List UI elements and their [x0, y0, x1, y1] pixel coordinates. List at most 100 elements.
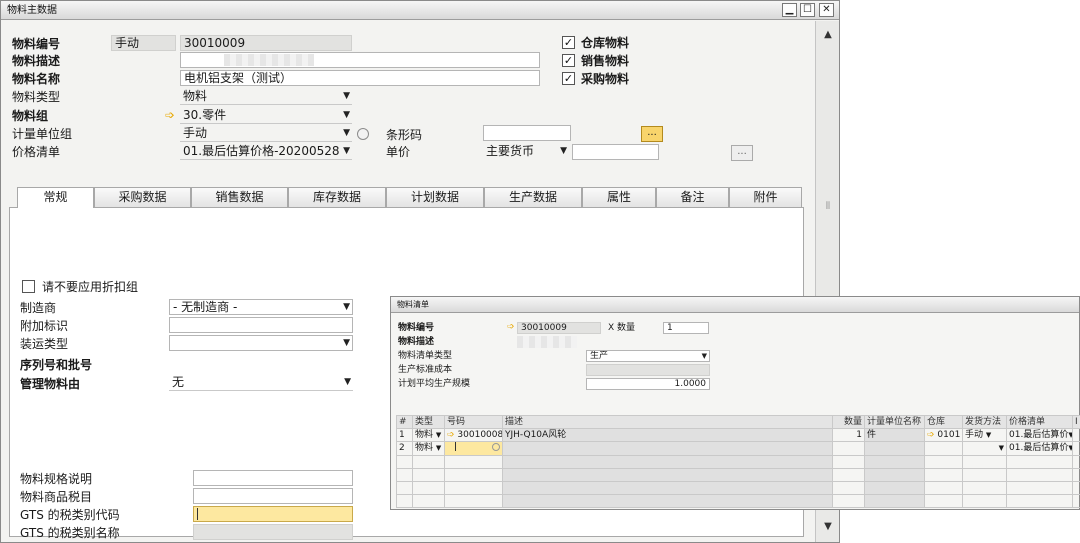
bom-item-desc-field[interactable] — [517, 336, 577, 348]
unit-price-label: 单价 — [386, 145, 411, 159]
item-group-select[interactable]: 30.零件 ▼ — [180, 108, 352, 124]
col-header-issue-method[interactable]: 发货方法 — [962, 415, 1007, 429]
tab-remarks[interactable]: 备注 — [656, 187, 729, 207]
row-quantity[interactable]: 1 — [832, 428, 865, 442]
chevron-down-icon: ▼ — [435, 444, 442, 452]
additional-id-field[interactable] — [169, 317, 353, 333]
link-arrow-icon[interactable]: ➩ — [927, 430, 935, 440]
tab-properties[interactable]: 属性 — [582, 187, 656, 207]
tab-attachments[interactable]: 附件 — [729, 187, 802, 207]
row-more — [1072, 428, 1080, 442]
row-price-list-value: 01.最后估算价 — [1009, 429, 1069, 440]
row-warehouse[interactable] — [924, 441, 963, 456]
col-header-uom[interactable]: 计量单位名称 — [864, 415, 925, 429]
manufacturer-select[interactable]: - 无制造商 - ▼ — [169, 299, 353, 315]
inventory-item-checkbox[interactable]: ✓ — [562, 36, 575, 49]
col-header-description[interactable]: 描述 — [502, 415, 833, 429]
row-type-value: 物料 — [415, 443, 434, 453]
col-header-more[interactable]: I — [1072, 415, 1080, 429]
item-name-field[interactable]: 电机铝支架（测试） — [180, 70, 540, 86]
link-arrow-icon[interactable]: ➩ — [165, 107, 175, 123]
item-name-label: 物料名称 — [12, 72, 61, 86]
purchase-item-checkbox[interactable]: ✓ — [562, 72, 575, 85]
row-issue-value: 手动 — [965, 429, 984, 440]
gts-code-field[interactable] — [193, 506, 353, 522]
item-type-select[interactable]: 物料 ▼ — [180, 89, 352, 105]
row-number[interactable] — [444, 441, 503, 456]
row-more — [1072, 441, 1080, 456]
bom-item-no-label: 物料编号 — [398, 323, 435, 333]
row-number[interactable]: ➩ 30010008 — [444, 428, 503, 442]
link-arrow-icon[interactable]: ➩ — [507, 321, 515, 333]
shipping-type-label: 装运类型 — [20, 337, 69, 351]
tab-general[interactable]: 常规 — [17, 187, 94, 208]
maximize-button[interactable]: ☐ — [800, 3, 815, 17]
link-arrow-icon[interactable]: ➩ — [447, 430, 455, 440]
chevron-down-icon: ▼ — [435, 430, 442, 439]
manage-by-select[interactable]: 无 ▼ — [169, 375, 353, 391]
row-type[interactable]: 物料 ▼ — [412, 441, 445, 456]
row-warehouse[interactable]: ➩ 0101 — [924, 428, 963, 442]
bom-type-select[interactable]: 生产 ▼ — [586, 350, 710, 362]
table-row-empty[interactable] — [396, 481, 1080, 495]
std-cost-field[interactable] — [586, 364, 710, 376]
chevron-down-icon: ▼ — [560, 146, 567, 156]
gts-name-field[interactable] — [193, 524, 353, 540]
row-quantity[interactable] — [832, 441, 865, 456]
item-no-field[interactable]: 30010009 — [180, 35, 352, 51]
uom-group-select[interactable]: 手动 ▼ — [180, 126, 352, 142]
no-discount-checkbox[interactable] — [22, 280, 35, 293]
col-header-row-no[interactable]: # — [396, 415, 413, 429]
scroll-down-button[interactable]: ▼ — [820, 519, 836, 535]
close-button[interactable]: ✕ — [819, 3, 834, 17]
row-price-list[interactable]: 01.最后估算价▼ — [1006, 428, 1073, 442]
row-type[interactable]: 物料 ▼ — [412, 428, 445, 442]
shipping-type-select[interactable]: ▼ — [169, 335, 353, 351]
chevron-down-icon: ▼ — [343, 302, 350, 312]
bom-item-no-field[interactable]: 30010009 — [517, 322, 601, 334]
price-ellipsis-button[interactable]: ... — [731, 145, 753, 161]
table-row[interactable]: 2 物料 ▼ ▼ 01.最后估算价▼ — [396, 441, 1080, 456]
numbering-series-value: 手动 — [115, 36, 140, 50]
tab-planning[interactable]: 计划数据 — [386, 187, 484, 207]
table-row-empty[interactable] — [396, 455, 1080, 469]
tab-inventory[interactable]: 库存数据 — [288, 187, 386, 207]
bom-components-table: # 类型 号码 描述 数量 计量单位名称 仓库 发货方法 价格清单 I 1 物料… — [396, 415, 1080, 508]
sales-item-checkbox[interactable]: ✓ — [562, 54, 575, 67]
planned-qty-field[interactable]: 1.0000 — [586, 378, 710, 390]
table-row-empty[interactable] — [396, 468, 1080, 482]
col-header-type[interactable]: 类型 — [412, 415, 445, 429]
barcode-ellipsis-button[interactable]: ... — [641, 126, 663, 142]
numbering-series-field[interactable]: 手动 — [111, 35, 176, 51]
settings-circle-icon[interactable] — [492, 443, 500, 451]
col-header-price-list[interactable]: 价格清单 — [1006, 415, 1073, 429]
col-header-warehouse[interactable]: 仓库 — [924, 415, 963, 429]
barcode-field[interactable] — [483, 125, 571, 141]
row-price-list[interactable]: 01.最后估算价▼ — [1006, 441, 1073, 456]
gts-name-label: GTS 的税类别名称 — [20, 526, 120, 540]
scroll-grip-icon[interactable]: ⦀ — [820, 199, 836, 215]
tab-purchasing[interactable]: 采购数据 — [94, 187, 191, 207]
row-description: YJH-Q10A风轮 — [502, 428, 833, 442]
item-desc-field[interactable] — [180, 52, 540, 68]
table-row-empty[interactable] — [396, 494, 1080, 508]
bom-quantity-field[interactable]: 1 — [663, 322, 709, 334]
scroll-up-button[interactable]: ▲ — [820, 27, 836, 43]
currency-select[interactable]: 主要货币 ▼ — [483, 144, 569, 160]
unit-price-field[interactable] — [572, 144, 659, 160]
tax-category-field[interactable] — [193, 488, 353, 504]
uom-group-value: 手动 — [183, 126, 208, 140]
tab-production[interactable]: 生产数据 — [484, 187, 582, 207]
tab-sales[interactable]: 销售数据 — [191, 187, 288, 207]
row-issue-method[interactable]: ▼ — [962, 441, 1007, 456]
spec-field[interactable] — [193, 470, 353, 486]
minimize-button[interactable]: ▁ — [782, 3, 797, 17]
row-issue-method[interactable]: 手动 ▼ — [962, 428, 1007, 442]
settings-circle-icon[interactable] — [357, 128, 369, 140]
bom-window: 物料清单 物料编号 ➩ 30010009 X 数量 1 物料描述 物料清单类型 … — [390, 296, 1080, 510]
col-header-number[interactable]: 号码 — [444, 415, 503, 429]
col-header-quantity[interactable]: 数量 — [832, 415, 865, 429]
table-row[interactable]: 1 物料 ▼ ➩ 30010008 YJH-Q10A风轮 1 件 ➩ 0101 … — [396, 428, 1080, 442]
price-list-select[interactable]: 01.最后估算价格-20200528 ▼ — [180, 144, 352, 160]
chevron-down-icon: ▼ — [343, 91, 350, 101]
